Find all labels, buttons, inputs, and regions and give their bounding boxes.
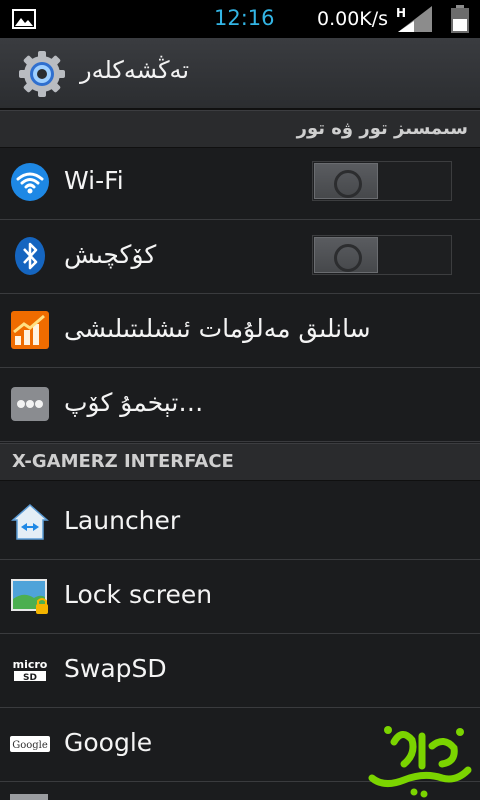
page-title: تەڭشەكلەر	[80, 56, 190, 84]
settings-item-label: Lock screen	[64, 580, 213, 609]
partial-item-icon	[10, 794, 48, 800]
settings-gear-icon[interactable]	[18, 50, 66, 98]
microsd-icon: micro SD	[13, 658, 48, 683]
toggle-knob	[314, 163, 378, 199]
launcher-icon	[11, 503, 49, 540]
bluetooth-icon	[15, 237, 45, 275]
wifi-toggle[interactable]	[312, 161, 452, 201]
settings-item-bluetooth[interactable]: كۆكچىش	[0, 220, 480, 294]
settings-item-more[interactable]: تېخمۇ كۆپ…	[0, 368, 480, 442]
settings-item-launcher[interactable]: Launcher	[0, 486, 480, 560]
clock: 12:16	[214, 6, 275, 30]
section-title: X-GAMERZ INTERFACE	[12, 451, 234, 472]
image-icon	[12, 9, 36, 29]
signal-icon: H	[396, 6, 432, 32]
google-icon: Google	[10, 736, 50, 752]
wifi-icon	[11, 163, 49, 201]
action-bar: تەڭشەكلەر	[0, 38, 480, 110]
settings-item-wifi[interactable]: Wi-Fi	[0, 146, 480, 220]
section-header-wireless: سىمسىز تور ۋە تور	[0, 110, 480, 148]
data-usage-icon	[11, 311, 49, 349]
bluetooth-toggle[interactable]	[312, 235, 452, 275]
svg-text:micro: micro	[13, 658, 48, 671]
settings-item-data-usage[interactable]: سانلىق مەلۇمات ئىشلىتىلىشى	[0, 294, 480, 368]
more-icon	[11, 387, 49, 421]
settings-item-label: Launcher	[64, 506, 181, 535]
status-bar: 12:16 0.00K/s H	[0, 0, 480, 38]
settings-item-lock-screen[interactable]: Lock screen	[0, 560, 480, 634]
lock-screen-icon	[11, 579, 48, 614]
settings-item-label: Wi-Fi	[64, 166, 124, 195]
settings-item-swapsd[interactable]: micro SD SwapSD	[0, 634, 480, 708]
settings-item-label: سانلىق مەلۇمات ئىشلىتىلىشى	[64, 314, 371, 343]
section-header-custom: X-GAMERZ INTERFACE	[0, 443, 480, 481]
settings-item-label: كۆكچىش	[64, 240, 157, 269]
watermark-logo	[368, 726, 472, 798]
network-type: H	[396, 6, 406, 20]
svg-text:SD: SD	[23, 673, 37, 683]
battery-icon	[451, 5, 469, 33]
settings-item-label: تېخمۇ كۆپ…	[64, 388, 204, 417]
settings-item-label: Google	[64, 728, 153, 757]
svg-text:Google: Google	[12, 740, 48, 751]
toggle-knob	[314, 237, 378, 273]
section-title: سىمسىز تور ۋە تور	[296, 118, 468, 139]
settings-item-label: SwapSD	[64, 654, 167, 683]
network-speed: 0.00K/s	[317, 8, 389, 30]
